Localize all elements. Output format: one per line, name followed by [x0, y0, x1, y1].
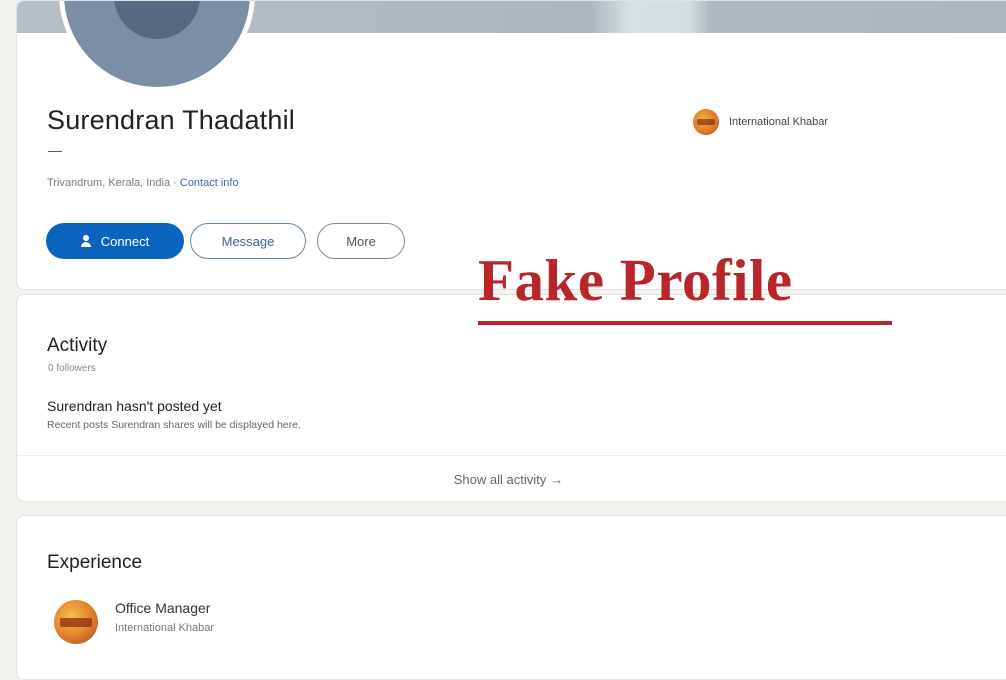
more-label: More [346, 233, 376, 249]
current-company-name: International Khabar [729, 116, 829, 128]
experience-card: Experience Office Manager International … [16, 515, 1006, 680]
activity-empty-description: Recent posts Surendran shares will be di… [47, 419, 301, 431]
profile-location: Trivandrum, Kerala, India · Contact info [47, 177, 239, 189]
connect-button[interactable]: Connect [46, 223, 184, 259]
more-button[interactable]: More [317, 223, 405, 259]
add-person-icon [80, 234, 95, 248]
current-company[interactable]: International Khabar [693, 109, 828, 135]
contact-info-link[interactable]: Contact info [180, 177, 239, 189]
experience-title: Experience [47, 552, 143, 573]
show-all-label: Show all activity [453, 472, 547, 487]
company-logo-icon[interactable] [54, 600, 98, 644]
show-all-activity-button[interactable]: Show all activity → [17, 455, 1006, 501]
company-logo-icon [693, 109, 719, 135]
activity-empty-title: Surendran hasn't posted yet [47, 398, 222, 414]
overlay-underline [478, 321, 892, 325]
experience-role: Office Manager [115, 600, 211, 616]
connect-label: Connect [100, 233, 150, 249]
message-label: Message [221, 233, 275, 249]
message-button[interactable]: Message [190, 223, 306, 259]
arrow-right-icon: → [550, 472, 564, 487]
profile-name: Surendran Thadathil [47, 105, 295, 135]
profile-headline: — [48, 142, 62, 158]
avatar[interactable] [59, 1, 255, 92]
fake-profile-overlay: Fake Profile [478, 247, 793, 313]
activity-card: Activity 0 followers Surendran hasn't po… [16, 294, 1006, 502]
activity-title: Activity [47, 335, 108, 356]
avatar-silhouette [114, 1, 200, 39]
experience-company: International Khabar [115, 622, 215, 634]
followers-count: 0 followers [48, 363, 96, 374]
location-text: Trivandrum, Kerala, India · [47, 177, 177, 189]
